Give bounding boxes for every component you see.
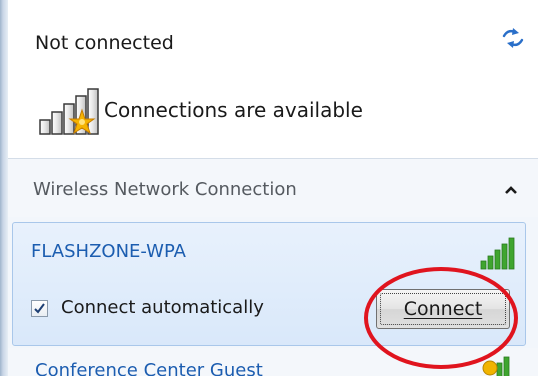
availability-text: Connections are available (104, 98, 363, 122)
connect-button[interactable]: Connect (376, 289, 510, 329)
refresh-button[interactable] (498, 26, 528, 50)
connect-automatically-checkbox[interactable] (31, 300, 48, 317)
network-name: FLASHZONE-WPA (31, 241, 186, 262)
chevron-up-icon[interactable] (501, 183, 521, 197)
network-name: Conference Center Guest (35, 360, 263, 376)
connect-button-label: Connect (403, 298, 483, 320)
network-flyout: Not connected Connections are available … (0, 0, 538, 376)
signal-bars-star-icon (39, 88, 99, 135)
connection-status-title: Not connected (35, 32, 174, 54)
flyout-left-border (0, 0, 8, 376)
network-item-conference[interactable]: Conference Center Guest (8, 348, 538, 376)
checkmark-icon (34, 303, 45, 314)
refresh-arrows-icon (502, 28, 524, 48)
connection-status-panel: Not connected Connections are available (8, 0, 538, 158)
section-label: Wireless Network Connection (33, 179, 297, 200)
wireless-section-header[interactable]: Wireless Network Connection (8, 159, 538, 217)
network-item-flashzone[interactable]: FLASHZONE-WPA Connect automatically Conn… (12, 222, 526, 346)
connect-automatically-label: Connect automatically (61, 297, 264, 318)
signal-strength-warning-icon (482, 356, 510, 376)
availability-status: Connections are available (38, 86, 458, 136)
signal-strength-icon (480, 237, 515, 270)
